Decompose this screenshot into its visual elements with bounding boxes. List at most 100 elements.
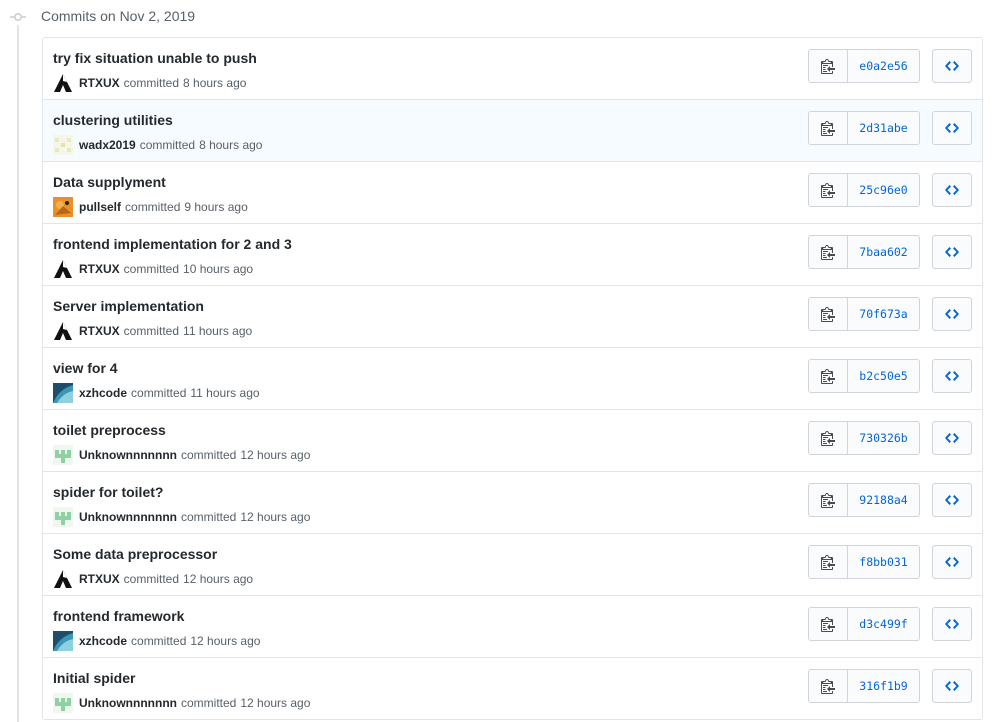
commit-message-link[interactable]: clustering utilities xyxy=(53,112,173,128)
commit-message-link[interactable]: spider for toilet? xyxy=(53,484,163,500)
commit-message-link[interactable]: try fix situation unable to push xyxy=(53,50,257,66)
author-link[interactable]: wadx2019 xyxy=(79,138,136,152)
committed-label: committed xyxy=(180,448,237,462)
author-avatar[interactable] xyxy=(53,507,73,527)
author-link[interactable]: xzhcode xyxy=(79,634,127,648)
author-avatar[interactable] xyxy=(53,135,73,155)
browse-repo-button[interactable] xyxy=(932,111,972,145)
author-link[interactable]: Unknownnnnnnn xyxy=(79,696,177,710)
code-icon xyxy=(945,182,959,198)
relative-time: 8 hours ago xyxy=(183,76,247,90)
commit-sha-link[interactable]: 316f1b9 xyxy=(848,669,920,703)
committed-label: committed xyxy=(180,696,237,710)
commit-sha-group: 2d31abe xyxy=(808,111,920,145)
author-avatar[interactable] xyxy=(53,197,73,217)
commit-row: view for 4 xzhcode committed 11 hours ag… xyxy=(43,347,982,409)
copy-sha-button[interactable] xyxy=(808,297,848,331)
author-avatar[interactable] xyxy=(53,631,73,651)
commit-sha-link[interactable]: 2d31abe xyxy=(848,111,920,145)
author-link[interactable]: xzhcode xyxy=(79,386,127,400)
browse-repo-button[interactable] xyxy=(932,297,972,331)
committed-label: committed xyxy=(131,386,187,400)
author-link[interactable]: RTXUX xyxy=(79,76,120,90)
copy-sha-button[interactable] xyxy=(808,607,848,641)
browse-repo-button[interactable] xyxy=(932,359,972,393)
author-link[interactable]: pullself xyxy=(79,200,121,214)
copy-sha-button[interactable] xyxy=(808,545,848,579)
commit-group-title: Commits on Nov 2, 2019 xyxy=(41,8,196,24)
browse-repo-button[interactable] xyxy=(932,173,972,207)
commit-message-link[interactable]: Some data preprocessor xyxy=(53,546,217,562)
commit-sha-link[interactable]: d3c499f xyxy=(848,607,920,641)
browse-repo-button[interactable] xyxy=(932,545,972,579)
relative-time: 11 hours ago xyxy=(190,386,260,400)
timeline-line xyxy=(17,25,19,722)
code-icon xyxy=(945,368,959,384)
commit-meta: Unknownnnnnnn committed 12 hours ago xyxy=(53,507,310,527)
browse-repo-button[interactable] xyxy=(932,421,972,455)
commit-meta: wadx2019 committed 8 hours ago xyxy=(53,135,263,155)
commit-message-link[interactable]: toilet preprocess xyxy=(53,422,166,438)
author-link[interactable]: RTXUX xyxy=(79,324,120,338)
copy-sha-button[interactable] xyxy=(808,669,848,703)
browse-repo-button[interactable] xyxy=(932,669,972,703)
author-link[interactable]: Unknownnnnnnn xyxy=(79,448,177,462)
commit-message-link[interactable]: view for 4 xyxy=(53,360,118,376)
commit-meta: Unknownnnnnnn committed 12 hours ago xyxy=(53,445,310,465)
author-avatar[interactable] xyxy=(53,445,73,465)
code-icon xyxy=(945,430,959,446)
commit-sha-link[interactable]: 70f673a xyxy=(848,297,920,331)
author-link[interactable]: RTXUX xyxy=(79,262,120,276)
author-avatar[interactable] xyxy=(53,693,73,713)
code-icon xyxy=(945,492,959,508)
relative-time: 8 hours ago xyxy=(199,138,263,152)
commit-message-link[interactable]: Initial spider xyxy=(53,670,135,686)
copy-sha-button[interactable] xyxy=(808,421,848,455)
commit-sha-group: 92188a4 xyxy=(808,483,920,517)
browse-repo-button[interactable] xyxy=(932,483,972,517)
commit-message-link[interactable]: frontend implementation for 2 and 3 xyxy=(53,236,292,252)
author-avatar[interactable] xyxy=(53,383,73,403)
clippy-icon xyxy=(821,306,835,322)
copy-sha-button[interactable] xyxy=(808,173,848,207)
commit-row: spider for toilet? Unknownnnnnnn committ… xyxy=(43,471,982,533)
commit-row: frontend implementation for 2 and 3 RTXU… xyxy=(43,223,982,285)
commit-meta: RTXUX committed 8 hours ago xyxy=(53,73,247,93)
copy-sha-button[interactable] xyxy=(808,111,848,145)
commit-row: try fix situation unable to push RTXUX c… xyxy=(43,38,982,99)
relative-time: 11 hours ago xyxy=(183,324,253,338)
browse-repo-button[interactable] xyxy=(932,49,972,83)
commit-sha-link[interactable]: 92188a4 xyxy=(848,483,920,517)
commit-message-link[interactable]: Data supplyment xyxy=(53,174,166,190)
author-link[interactable]: RTXUX xyxy=(79,572,120,586)
clippy-icon xyxy=(821,430,835,446)
browse-repo-button[interactable] xyxy=(932,235,972,269)
commit-sha-link[interactable]: 730326b xyxy=(848,421,920,455)
author-avatar[interactable] xyxy=(53,259,73,279)
commit-sha-link[interactable]: e0a2e56 xyxy=(848,49,920,83)
commit-meta: xzhcode committed 12 hours ago xyxy=(53,631,260,651)
author-avatar[interactable] xyxy=(53,321,73,341)
commit-message-link[interactable]: frontend framework xyxy=(53,608,184,624)
commit-meta: RTXUX committed 11 hours ago xyxy=(53,321,253,341)
commit-row: Server implementation RTXUX committed 11… xyxy=(43,285,982,347)
commit-row: clustering utilities wadx2019 committed … xyxy=(43,99,982,161)
commit-sha-link[interactable]: f8bb031 xyxy=(848,545,920,579)
author-avatar[interactable] xyxy=(53,569,73,589)
browse-repo-button[interactable] xyxy=(932,607,972,641)
commit-row: Some data preprocessor RTXUX committed 1… xyxy=(43,533,982,595)
commit-sha-link[interactable]: 25c96e0 xyxy=(848,173,920,207)
author-link[interactable]: Unknownnnnnnn xyxy=(79,510,177,524)
commit-message-link[interactable]: Server implementation xyxy=(53,298,204,314)
code-icon xyxy=(945,244,959,260)
committed-label: committed xyxy=(123,572,180,586)
author-avatar[interactable] xyxy=(53,73,73,93)
commit-sha-link[interactable]: b2c50e5 xyxy=(848,359,920,393)
copy-sha-button[interactable] xyxy=(808,359,848,393)
clippy-icon xyxy=(821,616,835,632)
commit-sha-link[interactable]: 7baa602 xyxy=(848,235,920,269)
clippy-icon xyxy=(821,678,835,694)
copy-sha-button[interactable] xyxy=(808,49,848,83)
copy-sha-button[interactable] xyxy=(808,483,848,517)
copy-sha-button[interactable] xyxy=(808,235,848,269)
